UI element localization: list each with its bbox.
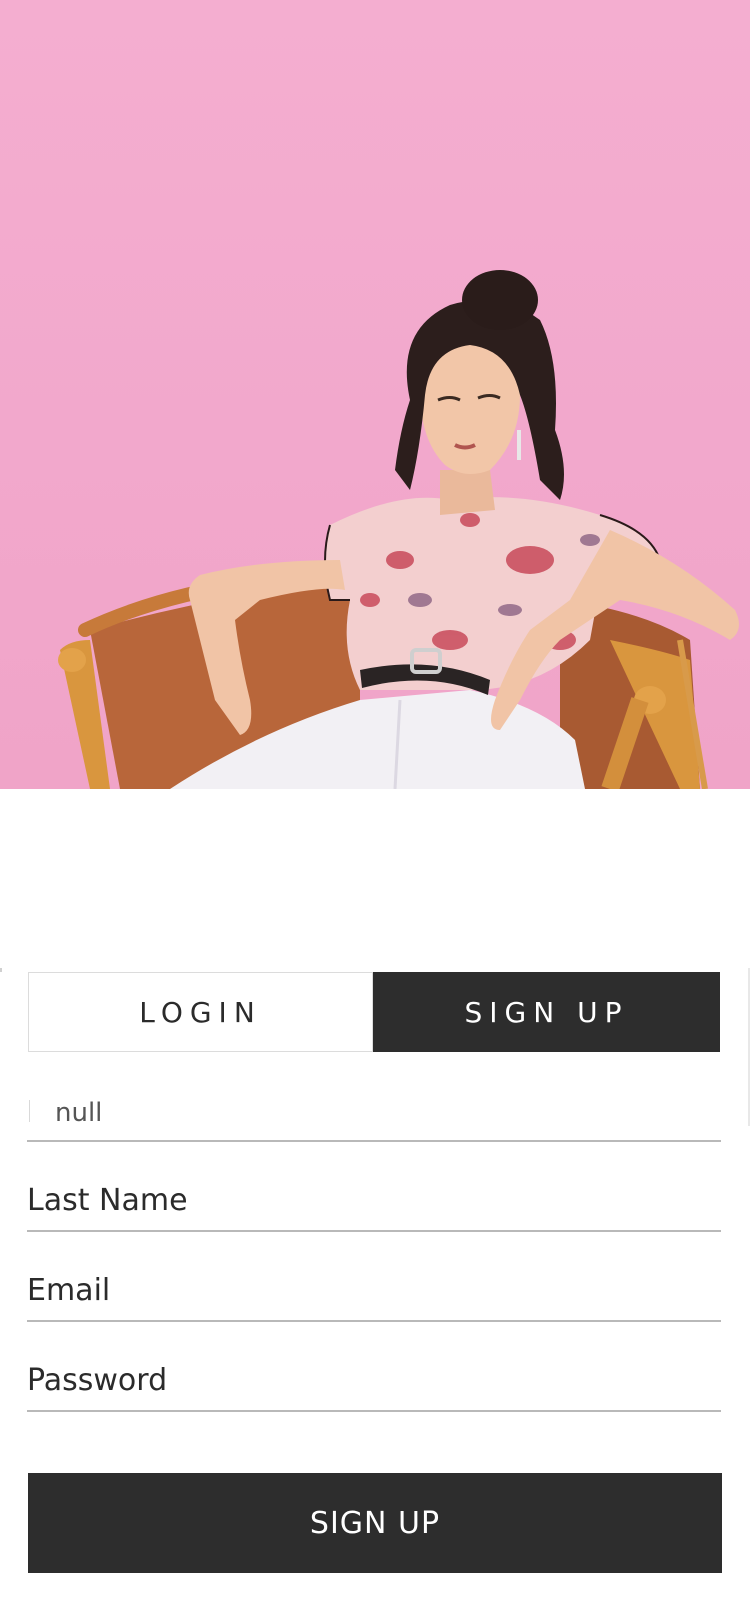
first-name-field-marker <box>29 1100 30 1122</box>
last-name-field <box>27 1162 721 1232</box>
last-name-input[interactable] <box>27 1183 721 1218</box>
tab-login[interactable]: LOGIN <box>28 972 373 1052</box>
tab-signup-label: SIGN UP <box>464 995 629 1029</box>
hero-photo-illustration <box>58 270 739 789</box>
signup-submit-label: SIGN UP <box>309 1505 441 1541</box>
first-name-input[interactable] <box>55 1098 749 1128</box>
tab-signup[interactable]: SIGN UP <box>373 972 720 1052</box>
tab-login-label: LOGIN <box>139 995 262 1029</box>
email-field <box>27 1252 721 1322</box>
email-input[interactable] <box>27 1273 721 1308</box>
hero-image <box>0 0 750 789</box>
password-field <box>27 1342 721 1412</box>
password-input[interactable] <box>27 1363 721 1398</box>
edge-divider-left <box>0 968 2 972</box>
first-name-field <box>27 1072 749 1142</box>
signup-submit-button[interactable]: SIGN UP <box>28 1473 722 1573</box>
auth-mode-tabs: LOGIN SIGN UP <box>28 972 720 1052</box>
